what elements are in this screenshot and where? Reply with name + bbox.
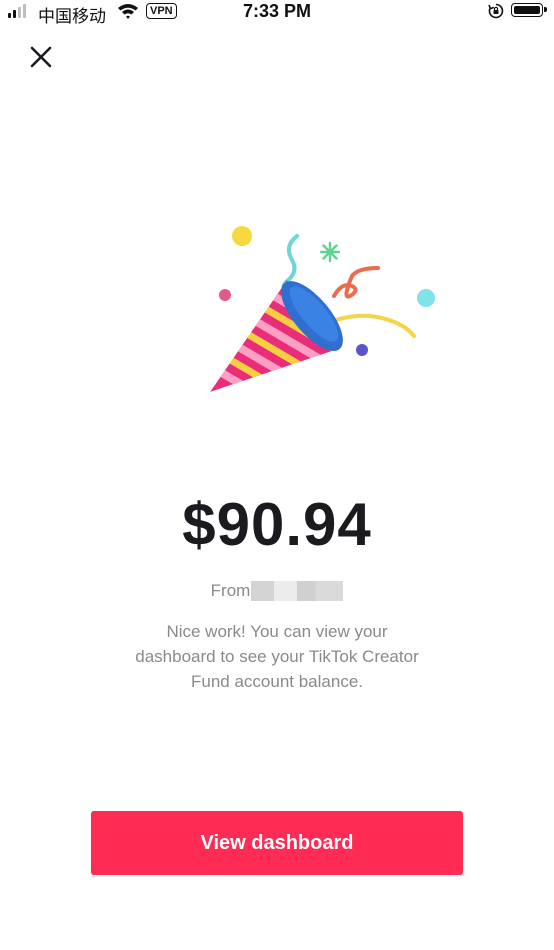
from-label: From	[210, 581, 251, 600]
battery-icon	[511, 3, 547, 17]
status-bar: 中国移动 VPN 7:33 PM	[0, 0, 554, 27]
source-row: From	[0, 581, 554, 601]
reward-screen: 中国移动 VPN 7:33 PM $90.94 From Nice work! …	[0, 0, 554, 950]
redacted-source-name	[251, 581, 344, 601]
close-button[interactable]	[26, 42, 56, 72]
reward-amount: $90.94	[182, 491, 372, 558]
party-popper-icon	[200, 220, 450, 410]
rotation-lock-icon	[488, 3, 504, 24]
view-dashboard-button[interactable]: View dashboard	[91, 811, 463, 875]
reward-message: Nice work! You can view your dashboard t…	[135, 622, 419, 691]
close-icon	[30, 46, 52, 68]
status-time: 7:33 PM	[242, 1, 312, 21]
